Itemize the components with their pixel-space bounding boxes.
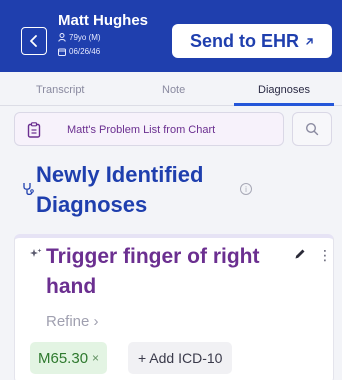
chevron-left-icon (30, 35, 37, 47)
tab-bar: Transcript Note Diagnoses (0, 72, 342, 106)
stethoscope-icon (23, 183, 34, 196)
pencil-icon[interactable] (294, 248, 306, 260)
clipboard-icon (27, 122, 41, 138)
back-button[interactable] (21, 27, 47, 55)
info-icon[interactable]: i (240, 183, 252, 195)
patient-dob-text: 06/26/46 (69, 47, 101, 56)
refine-link[interactable]: Refine › (46, 313, 99, 330)
diagnosis-title: Trigger finger of right hand (46, 245, 260, 298)
patient-dob: 06/26/46 (58, 47, 100, 56)
tab-transcript[interactable]: Transcript (36, 84, 85, 96)
icd-code-chip[interactable]: M65.30 × (30, 342, 108, 374)
active-tab-indicator (234, 103, 334, 106)
tab-diagnoses[interactable]: Diagnoses (258, 84, 310, 96)
search-button[interactable] (292, 112, 332, 146)
person-icon (58, 33, 66, 42)
patient-name: Matt Hughes (58, 12, 148, 29)
tab-note[interactable]: Note (162, 84, 185, 96)
external-arrow-icon (306, 37, 313, 45)
remove-code-icon[interactable]: × (92, 351, 99, 365)
patient-header: Matt Hughes 79yo (M) 06/26/46 Send to EH… (0, 0, 342, 72)
calendar-icon (58, 48, 66, 56)
problem-list-button[interactable]: Matt's Problem List from Chart (14, 112, 284, 146)
problem-list-label: Matt's Problem List from Chart (67, 124, 216, 136)
send-to-ehr-button[interactable]: Send to EHR (172, 24, 332, 58)
more-options-icon[interactable]: ⋮ (318, 248, 332, 262)
patient-age-sex-text: 79yo (M) (69, 33, 101, 42)
send-to-ehr-label: Send to EHR (189, 30, 299, 51)
section-title: Newly Identified Diagnoses (36, 162, 204, 217)
add-icd10-label: + Add ICD-10 (138, 350, 223, 366)
patient-age-sex: 79yo (M) (58, 33, 101, 42)
search-icon (305, 122, 319, 136)
icd-code-label: M65.30 (38, 349, 89, 367)
sparkle-icon (30, 248, 42, 257)
add-icd10-button[interactable]: + Add ICD-10 (128, 342, 233, 374)
